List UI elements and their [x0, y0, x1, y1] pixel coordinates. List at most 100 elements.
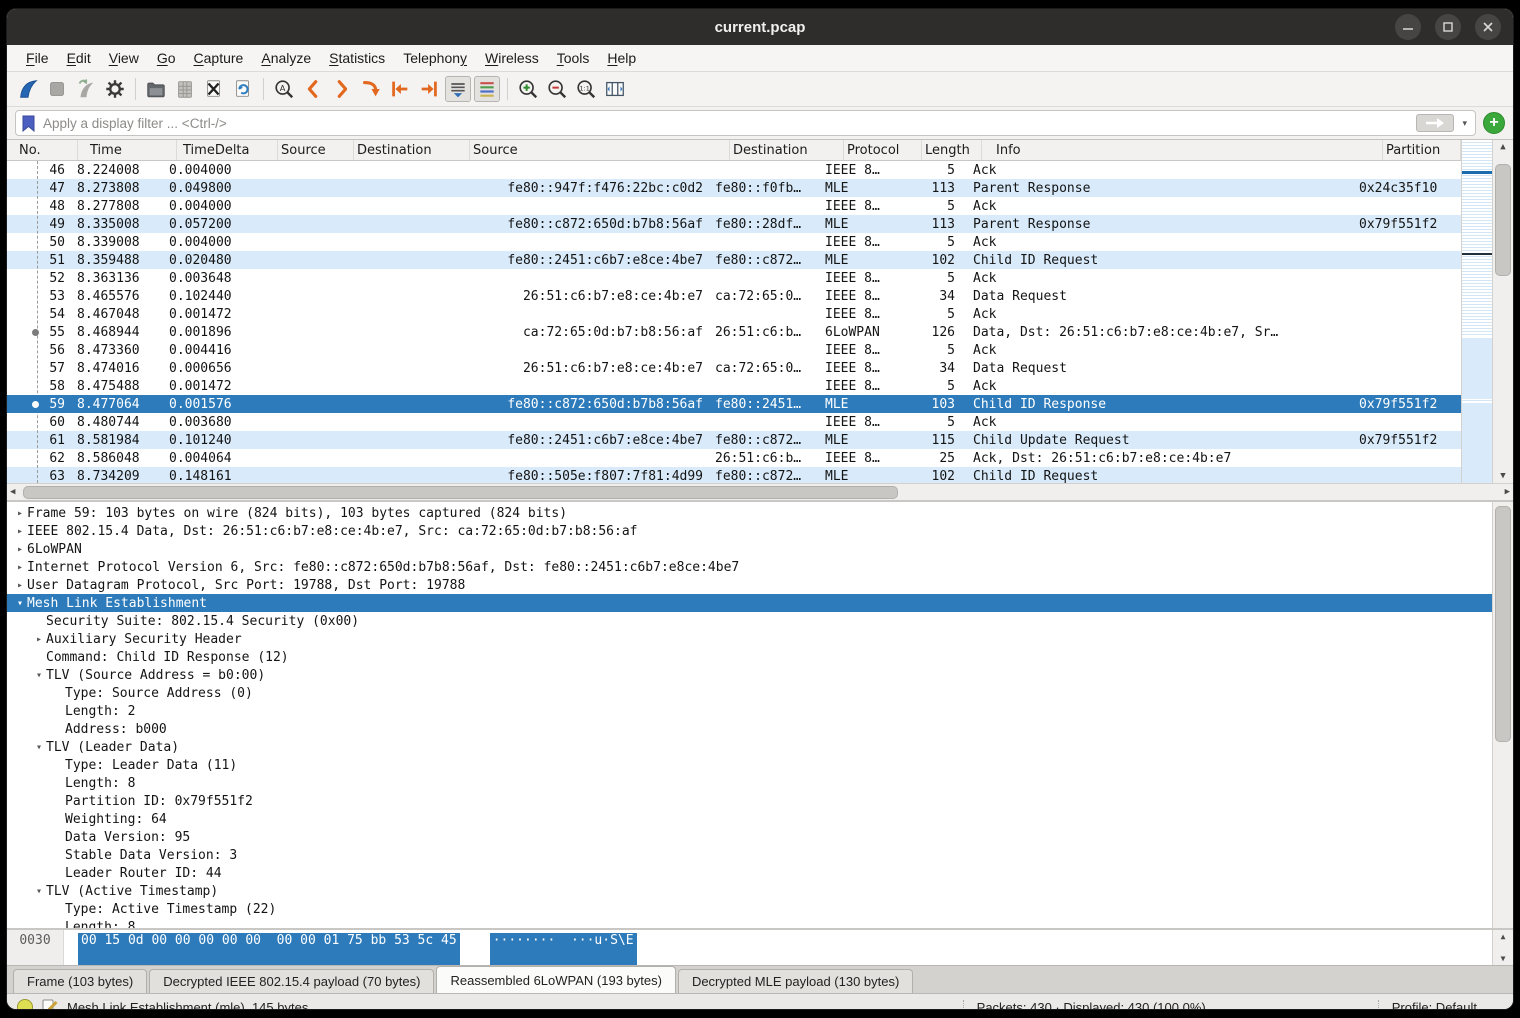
detail-row[interactable]: Partition ID: 0x79f551f2	[7, 792, 1492, 810]
packet-row-61[interactable]: 618.5819840.101240fe80::2451:c6b7:e8ce:4…	[7, 431, 1461, 449]
colorize-icon[interactable]	[474, 76, 500, 102]
save-file-icon[interactable]	[172, 76, 198, 102]
menu-item-edit[interactable]: Edit	[58, 48, 100, 68]
packet-row-63[interactable]: 638.7342090.148161fe80::505e:f807:7f81:4…	[7, 467, 1461, 483]
column-header-dst1[interactable]: Destination	[354, 140, 470, 160]
column-header-dst2[interactable]: Destination	[730, 140, 844, 160]
bookmark-icon[interactable]	[22, 115, 35, 132]
zoom-out-icon[interactable]	[544, 76, 570, 102]
detail-row[interactable]: ▾TLV (Active Timestamp)	[7, 882, 1492, 900]
column-header-src2[interactable]: Source	[470, 140, 730, 160]
packet-row-58[interactable]: 588.4754880.001472IEEE 8…5Ack	[7, 377, 1461, 395]
detail-row[interactable]: Stable Data Version: 3	[7, 846, 1492, 864]
detail-row[interactable]: ▸User Datagram Protocol, Src Port: 19788…	[7, 576, 1492, 594]
filter-dropdown-caret[interactable]: ▾	[1460, 118, 1469, 129]
detail-row[interactable]: Command: Child ID Response (12)	[7, 648, 1492, 666]
packet-row-62[interactable]: 628.5860480.00406426:51:c6:b…IEEE 8…25Ac…	[7, 449, 1461, 467]
packet-row-46[interactable]: 468.2240080.004000IEEE 8…5Ack	[7, 161, 1461, 179]
scrollbar-thumb[interactable]	[23, 486, 898, 499]
close-button[interactable]	[1475, 14, 1501, 40]
detail-row[interactable]: ▸Internet Protocol Version 6, Src: fe80:…	[7, 558, 1492, 576]
hex-ascii-selected[interactable]: ········ ···u·S\E	[490, 933, 637, 965]
expander-closed-icon[interactable]: ▸	[13, 562, 27, 573]
expander-closed-icon[interactable]: ▸	[13, 526, 27, 537]
capture-options-icon[interactable]	[102, 76, 128, 102]
detail-row[interactable]: ▸IEEE 802.15.4 Data, Dst: 26:51:c6:b7:e8…	[7, 522, 1492, 540]
column-header-no[interactable]: No.	[7, 140, 78, 160]
display-filter-box[interactable]: ▾	[15, 110, 1476, 136]
expander-closed-icon[interactable]: ▸	[32, 634, 46, 645]
maximize-button[interactable]	[1435, 14, 1461, 40]
expander-closed-icon[interactable]: ▸	[13, 580, 27, 591]
expander-open-icon[interactable]: ▾	[13, 598, 27, 609]
detail-row[interactable]: Type: Active Timestamp (22)	[7, 900, 1492, 918]
packet-row-57[interactable]: 578.4740160.00065626:51:c6:b7:e8:ce:4b:e…	[7, 359, 1461, 377]
menu-item-telephony[interactable]: Telephony	[394, 48, 476, 68]
menu-item-analyze[interactable]: Analyze	[252, 48, 320, 68]
expander-open-icon[interactable]: ▾	[32, 670, 46, 681]
column-header-delta[interactable]: TimeDelta	[177, 140, 278, 160]
byte-tab[interactable]: Frame (103 bytes)	[13, 969, 147, 993]
detail-row[interactable]: ▸Auxiliary Security Header	[7, 630, 1492, 648]
display-filter-input[interactable]	[41, 115, 1410, 132]
detail-row[interactable]: ▾TLV (Source Address = b0:00)	[7, 666, 1492, 684]
packet-row-51[interactable]: 518.3594880.020480fe80::2451:c6b7:e8ce:4…	[7, 251, 1461, 269]
scroll-left-icon[interactable]: ◀	[10, 487, 15, 497]
resize-columns-icon[interactable]	[602, 76, 628, 102]
detail-row[interactable]: ▾TLV (Leader Data)	[7, 738, 1492, 756]
scrollbar-thumb[interactable]	[1495, 506, 1511, 742]
column-header-proto[interactable]: Protocol	[844, 140, 922, 160]
stop-capture-icon[interactable]	[44, 76, 70, 102]
auto-scroll-icon[interactable]	[445, 76, 471, 102]
detail-row[interactable]: ▸Frame 59: 103 bytes on wire (824 bits),…	[7, 504, 1492, 522]
reload-file-icon[interactable]	[230, 76, 256, 102]
expander-open-icon[interactable]: ▾	[32, 886, 46, 897]
packet-row-48[interactable]: 488.2778080.004000IEEE 8…5Ack	[7, 197, 1461, 215]
menu-item-help[interactable]: Help	[598, 48, 645, 68]
menu-item-statistics[interactable]: Statistics	[320, 48, 394, 68]
detail-row[interactable]: Type: Leader Data (11)	[7, 756, 1492, 774]
scroll-right-icon[interactable]: ▶	[1505, 487, 1510, 497]
packet-list-horizontal-scrollbar[interactable]: ◀ ▶	[7, 483, 1513, 500]
expander-closed-icon[interactable]: ▸	[13, 508, 27, 519]
packet-row-60[interactable]: 608.4807440.003680IEEE 8…5Ack	[7, 413, 1461, 431]
detail-row[interactable]: Data Version: 95	[7, 828, 1492, 846]
packet-minimap[interactable]	[1461, 140, 1492, 483]
detail-row[interactable]: ▸6LoWPAN	[7, 540, 1492, 558]
detail-row[interactable]: Type: Source Address (0)	[7, 684, 1492, 702]
detail-row[interactable]: ▾Mesh Link Establishment	[7, 594, 1492, 612]
packet-row-47[interactable]: 478.2738080.049800fe80::947f:f476:22bc:c…	[7, 179, 1461, 197]
restart-capture-icon[interactable]	[73, 76, 99, 102]
scroll-down-icon[interactable]: ▼	[1500, 471, 1505, 481]
packet-row-54[interactable]: 548.4670480.001472IEEE 8…5Ack	[7, 305, 1461, 323]
column-header-src1[interactable]: Source	[278, 140, 354, 160]
packet-row-50[interactable]: 508.3390080.004000IEEE 8…5Ack	[7, 233, 1461, 251]
scroll-up-icon[interactable]: ▲	[1500, 142, 1505, 152]
open-file-icon[interactable]	[143, 76, 169, 102]
packet-list-vertical-scrollbar[interactable]: ▲ ▼	[1492, 140, 1513, 483]
menu-item-wireless[interactable]: Wireless	[476, 48, 548, 68]
next-packet-icon[interactable]	[329, 76, 355, 102]
packet-list-header[interactable]: No.TimeTimeDeltaSourceDestinationSourceD…	[7, 140, 1461, 161]
menu-item-tools[interactable]: Tools	[548, 48, 599, 68]
detail-row[interactable]: Security Suite: 802.15.4 Security (0x00)	[7, 612, 1492, 630]
apply-filter-button[interactable]	[1416, 114, 1454, 132]
packet-row-53[interactable]: 538.4655760.10244026:51:c6:b7:e8:ce:4b:e…	[7, 287, 1461, 305]
detail-row[interactable]: Leader Router ID: 44	[7, 864, 1492, 882]
column-header-info[interactable]: Info	[982, 140, 1383, 160]
packet-row-56[interactable]: 568.4733600.004416IEEE 8…5Ack	[7, 341, 1461, 359]
profile-text[interactable]: Profile: Default	[1392, 1000, 1503, 1011]
detail-row[interactable]: Length: 8	[7, 774, 1492, 792]
start-capture-icon[interactable]	[15, 76, 41, 102]
previous-packet-icon[interactable]	[300, 76, 326, 102]
find-packet-icon[interactable]: A	[271, 76, 297, 102]
packet-row-59[interactable]: 598.4770640.001576fe80::c872:650d:b7b8:5…	[7, 395, 1461, 413]
column-header-len[interactable]: Length	[922, 140, 982, 160]
hex-bytes-selected[interactable]: 00 15 0d 00 00 00 00 00 00 00 01 75 bb 5…	[78, 933, 460, 965]
byte-tab[interactable]: Decrypted IEEE 802.15.4 payload (70 byte…	[149, 969, 434, 993]
menu-item-capture[interactable]: Capture	[185, 48, 253, 68]
add-filter-button-icon[interactable]: +	[1483, 112, 1505, 134]
scrollbar-thumb[interactable]	[1495, 164, 1511, 276]
last-packet-icon[interactable]	[416, 76, 442, 102]
goto-packet-icon[interactable]	[358, 76, 384, 102]
